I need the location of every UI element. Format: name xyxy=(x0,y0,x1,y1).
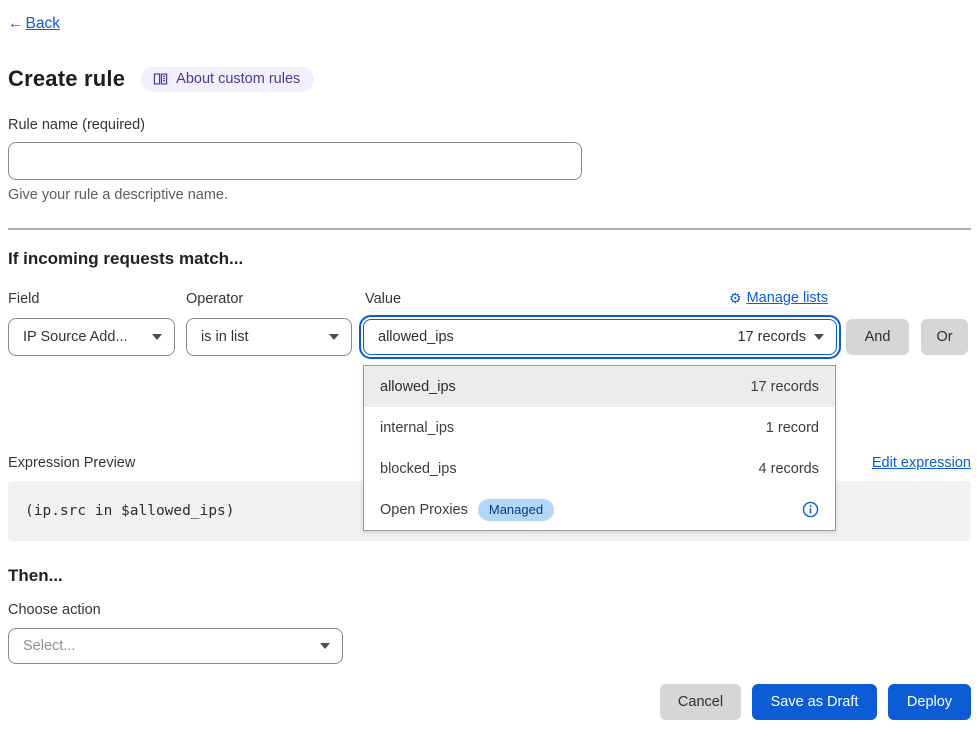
gear-icon: ⚙ xyxy=(729,291,742,305)
list-option-records: 4 records xyxy=(759,461,819,477)
chevron-down-icon xyxy=(814,334,824,340)
match-section-heading: If incoming requests match... xyxy=(8,249,243,269)
value-label: Value xyxy=(365,291,401,307)
list-option-open-proxies[interactable]: Open Proxies Managed xyxy=(364,489,835,530)
managed-badge: Managed xyxy=(478,499,554,521)
manage-lists-label: Manage lists xyxy=(747,290,828,306)
list-option-name: internal_ips xyxy=(380,420,454,436)
then-section-heading: Then... xyxy=(8,566,63,586)
list-option-blocked-ips[interactable]: blocked_ips 4 records xyxy=(364,448,835,489)
save-as-draft-button[interactable]: Save as Draft xyxy=(752,684,877,720)
chevron-down-icon xyxy=(152,334,162,340)
list-option-name: Open Proxies xyxy=(380,502,468,518)
list-dropdown: allowed_ips 17 records internal_ips 1 re… xyxy=(363,365,836,531)
info-icon[interactable] xyxy=(802,501,819,518)
value-select-value: allowed_ips xyxy=(378,329,454,345)
operator-select-value: is in list xyxy=(201,329,249,345)
operator-select[interactable]: is in list xyxy=(186,318,352,356)
value-select-record-count: 17 records xyxy=(737,329,806,345)
action-select[interactable]: Select... xyxy=(8,628,343,664)
or-button[interactable]: Or xyxy=(921,319,968,355)
rule-name-helper: Give your rule a descriptive name. xyxy=(8,187,228,203)
field-label: Field xyxy=(8,291,39,307)
list-option-name: allowed_ips xyxy=(380,379,456,395)
field-select-value: IP Source Add... xyxy=(23,329,128,345)
about-custom-rules-label: About custom rules xyxy=(176,71,300,87)
operator-label: Operator xyxy=(186,291,243,307)
list-option-records: 1 record xyxy=(766,420,819,436)
chevron-down-icon xyxy=(329,334,339,340)
and-button[interactable]: And xyxy=(846,319,909,355)
expression-code: (ip.src in $allowed_ips) xyxy=(8,503,235,519)
page-title: Create rule xyxy=(8,66,125,92)
back-link[interactable]: ← Back xyxy=(8,15,60,33)
field-select[interactable]: IP Source Add... xyxy=(8,318,175,356)
edit-expression-link[interactable]: Edit expression xyxy=(872,455,971,471)
choose-action-label: Choose action xyxy=(8,602,101,618)
section-divider xyxy=(8,228,971,230)
rule-name-input[interactable] xyxy=(8,142,582,180)
back-arrow-icon: ← xyxy=(8,15,24,33)
list-option-name: blocked_ips xyxy=(380,461,457,477)
action-select-placeholder: Select... xyxy=(23,638,75,654)
cancel-button[interactable]: Cancel xyxy=(660,684,741,720)
manage-lists-link[interactable]: ⚙ Manage lists xyxy=(729,290,828,306)
list-option-internal-ips[interactable]: internal_ips 1 record xyxy=(364,407,835,448)
expression-preview-label: Expression Preview xyxy=(8,455,135,471)
deploy-button[interactable]: Deploy xyxy=(888,684,971,720)
about-custom-rules-link[interactable]: About custom rules xyxy=(141,67,314,92)
chevron-down-icon xyxy=(320,643,330,649)
list-option-allowed-ips[interactable]: allowed_ips 17 records xyxy=(364,366,835,407)
rule-name-label: Rule name (required) xyxy=(8,117,145,133)
book-icon xyxy=(153,72,168,86)
back-label: Back xyxy=(26,15,60,33)
list-option-records: 17 records xyxy=(750,379,819,395)
title-row: Create rule About custom rules xyxy=(8,66,314,92)
create-rule-page: ← Back Create rule About custom rules Ru… xyxy=(0,0,979,739)
value-select[interactable]: allowed_ips 17 records xyxy=(363,319,837,355)
